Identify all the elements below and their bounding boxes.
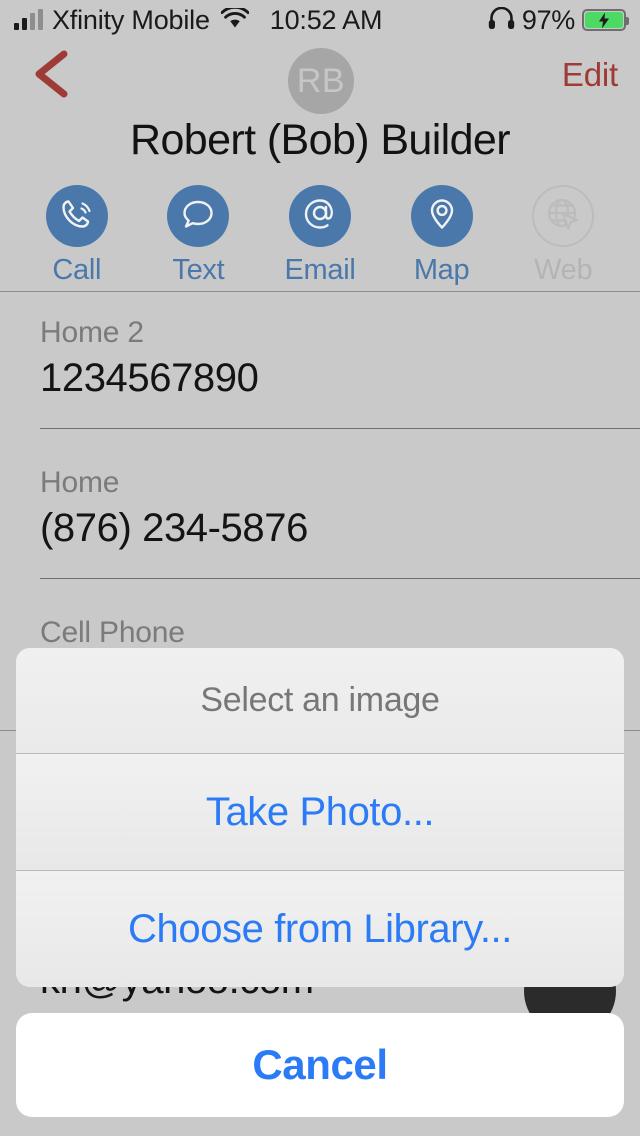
field-value: 1234567890 — [40, 356, 259, 400]
headphones-icon — [488, 5, 515, 36]
map-button-circle — [410, 185, 473, 247]
action-label-map: Map — [413, 254, 470, 286]
battery-charging-icon — [582, 9, 629, 31]
status-bar-right: 97% — [488, 4, 629, 36]
message-bubble-icon — [179, 195, 217, 238]
field-cell-phone[interactable]: Cell Phone — [0, 616, 640, 650]
web-button-circle — [532, 185, 595, 247]
header-divider — [0, 291, 640, 292]
cancel-button[interactable]: Cancel — [16, 1013, 624, 1117]
action-label-call: Call — [52, 254, 102, 286]
action-button-email[interactable]: Email — [270, 185, 370, 287]
field-label: Home — [40, 466, 120, 499]
action-button-call[interactable]: Call — [27, 185, 127, 287]
choose-from-library-button[interactable]: Choose from Library... — [16, 871, 624, 987]
field-separator — [40, 578, 640, 579]
take-photo-button[interactable]: Take Photo... — [16, 754, 624, 870]
page-title: Robert (Bob) Builder — [130, 116, 511, 164]
action-sheet-title: Select an image — [16, 648, 624, 753]
field-label: Cell Phone — [40, 616, 185, 649]
action-button-web: Web — [513, 185, 613, 287]
contact-detail-screen: Xfinity Mobile 10:52 AM 97% RB Edit Robe… — [0, 0, 640, 1136]
field-value: (876) 234-5876 — [40, 506, 308, 550]
action-sheet: Select an image Take Photo... Choose fro… — [16, 648, 624, 987]
field-label: Home 2 — [40, 316, 144, 349]
text-button-circle — [167, 185, 230, 247]
carrier-label: Xfinity Mobile — [52, 4, 210, 35]
action-label-email: Email — [284, 254, 356, 286]
clock-label: 10:52 AM — [269, 4, 383, 35]
avatar[interactable]: RB — [288, 48, 354, 114]
action-label-text: Text — [172, 254, 225, 286]
at-sign-icon — [301, 195, 339, 238]
field-separator — [40, 428, 640, 429]
field-home-2[interactable]: Home 2 1234567890 — [0, 316, 640, 401]
navigation-bar: RB Edit — [0, 40, 640, 114]
status-bar-left: Xfinity Mobile 10:52 AM — [14, 5, 382, 36]
action-button-text[interactable]: Text — [148, 185, 248, 287]
contact-action-row: Call Text Email Map Web — [0, 185, 640, 287]
map-pin-icon — [423, 195, 461, 238]
email-button-circle — [288, 185, 351, 247]
call-button-circle — [45, 185, 108, 247]
avatar-initials: RB — [296, 61, 346, 100]
globe-cursor-icon — [544, 195, 582, 238]
wifi-icon — [220, 5, 250, 36]
battery-percent-label: 97% — [521, 4, 575, 35]
cellular-signal-icon — [14, 9, 43, 30]
action-button-map[interactable]: Map — [392, 185, 492, 287]
status-bar: Xfinity Mobile 10:52 AM 97% — [0, 0, 640, 40]
field-home[interactable]: Home (876) 234-5876 — [0, 466, 640, 551]
back-chevron-icon[interactable] — [28, 48, 74, 100]
phone-icon — [58, 195, 96, 238]
action-label-web: Web — [534, 254, 593, 286]
edit-button[interactable]: Edit — [562, 56, 618, 94]
